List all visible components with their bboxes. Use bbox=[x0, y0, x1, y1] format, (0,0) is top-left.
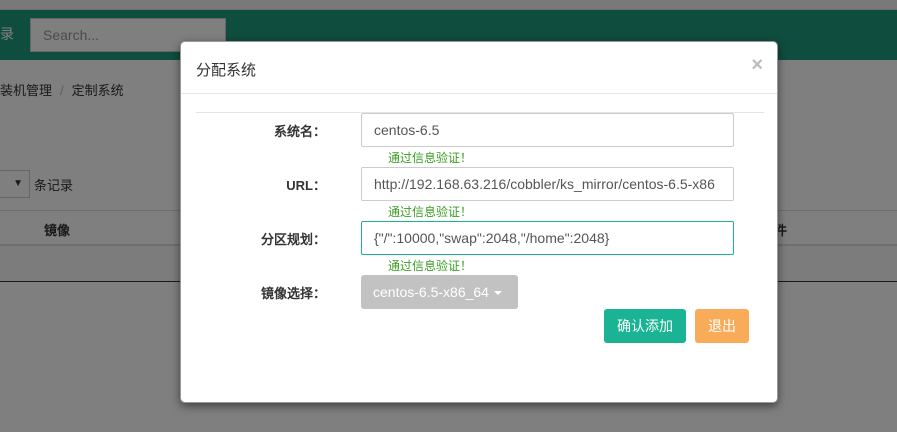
partition-input[interactable]: {"/":10000,"swap":2048,"/home":2048} bbox=[361, 221, 734, 255]
assign-system-modal: 分配系统 × 系统名： centos-6.5 通过信息验证！ URL： http… bbox=[180, 41, 778, 403]
partition-label: 分区规划： bbox=[260, 232, 326, 247]
image-select-label: 镜像选择： bbox=[260, 286, 326, 301]
url-validation: 通过信息验证！ bbox=[388, 205, 473, 219]
url-label: URL： bbox=[286, 178, 326, 193]
system-name-input[interactable]: centos-6.5 bbox=[361, 113, 734, 147]
confirm-add-button[interactable]: 确认添加 bbox=[604, 309, 686, 343]
system-name-validation: 通过信息验证！ bbox=[388, 151, 473, 165]
close-icon[interactable]: × bbox=[751, 54, 763, 77]
image-select-dropdown[interactable]: centos-6.5-x86_64 bbox=[361, 275, 518, 309]
partition-validation: 通过信息验证！ bbox=[388, 259, 473, 273]
caret-down-icon bbox=[493, 291, 502, 296]
image-select-value: centos-6.5-x86_64 bbox=[373, 284, 489, 300]
system-name-label: 系统名： bbox=[273, 124, 326, 139]
modal-title: 分配系统 bbox=[196, 62, 257, 79]
exit-button[interactable]: 退出 bbox=[695, 309, 749, 343]
modal-header: 分配系统 × bbox=[181, 42, 777, 94]
url-input[interactable]: http://192.168.63.216/cobbler/ks_mirror/… bbox=[361, 167, 734, 201]
